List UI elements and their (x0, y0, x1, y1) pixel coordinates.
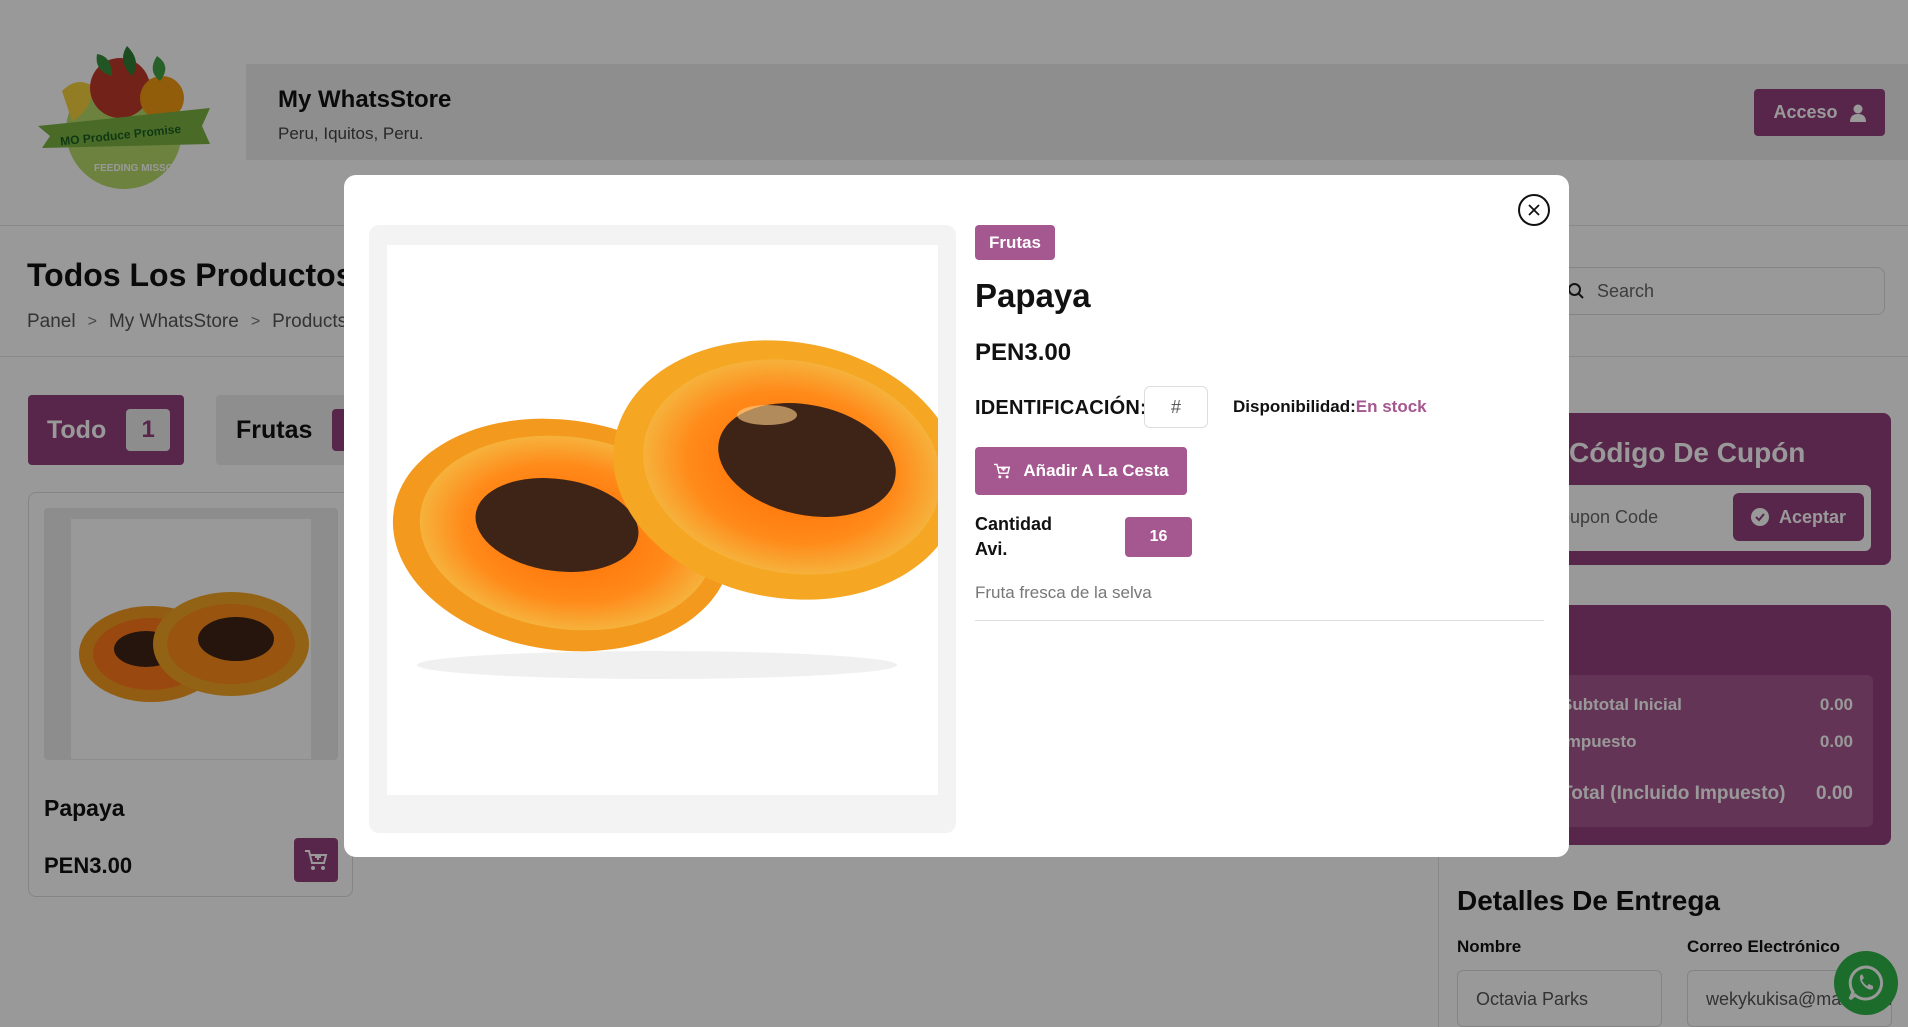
availability-value: En stock (1355, 397, 1427, 416)
product-description: Fruta fresca de la selva (975, 583, 1152, 602)
quantity-label-line1: Cantidad (975, 514, 1053, 534)
category-badge: Frutas (975, 225, 1055, 260)
availability: Disponibilidad: En stock (1233, 397, 1427, 417)
close-icon (1528, 204, 1540, 216)
quantity-badge: 16 (1125, 517, 1192, 557)
close-button[interactable] (1518, 194, 1550, 226)
product-price: PEN3.00 (975, 339, 1072, 366)
id-field: # (1144, 386, 1208, 428)
product-image-frame (369, 225, 956, 833)
cart-plus-icon (994, 463, 1011, 479)
id-label: IDENTIFICACIÓN: (975, 397, 1147, 419)
add-to-cart-button[interactable]: Añadir A La Cesta (975, 447, 1187, 495)
quantity-label: Cantidad Avi. (975, 512, 1052, 562)
papaya-image (387, 245, 938, 795)
availability-label: Disponibilidad: (1233, 397, 1356, 416)
divider (975, 620, 1544, 621)
product-quick-view-modal: Frutas Papaya PEN3.00 IDENTIFICACIÓN: # … (344, 175, 1569, 857)
quantity-label-line2: Avi. (975, 539, 1008, 559)
add-to-cart-label: Añadir A La Cesta (1023, 461, 1169, 480)
product-title: Papaya (975, 277, 1091, 314)
